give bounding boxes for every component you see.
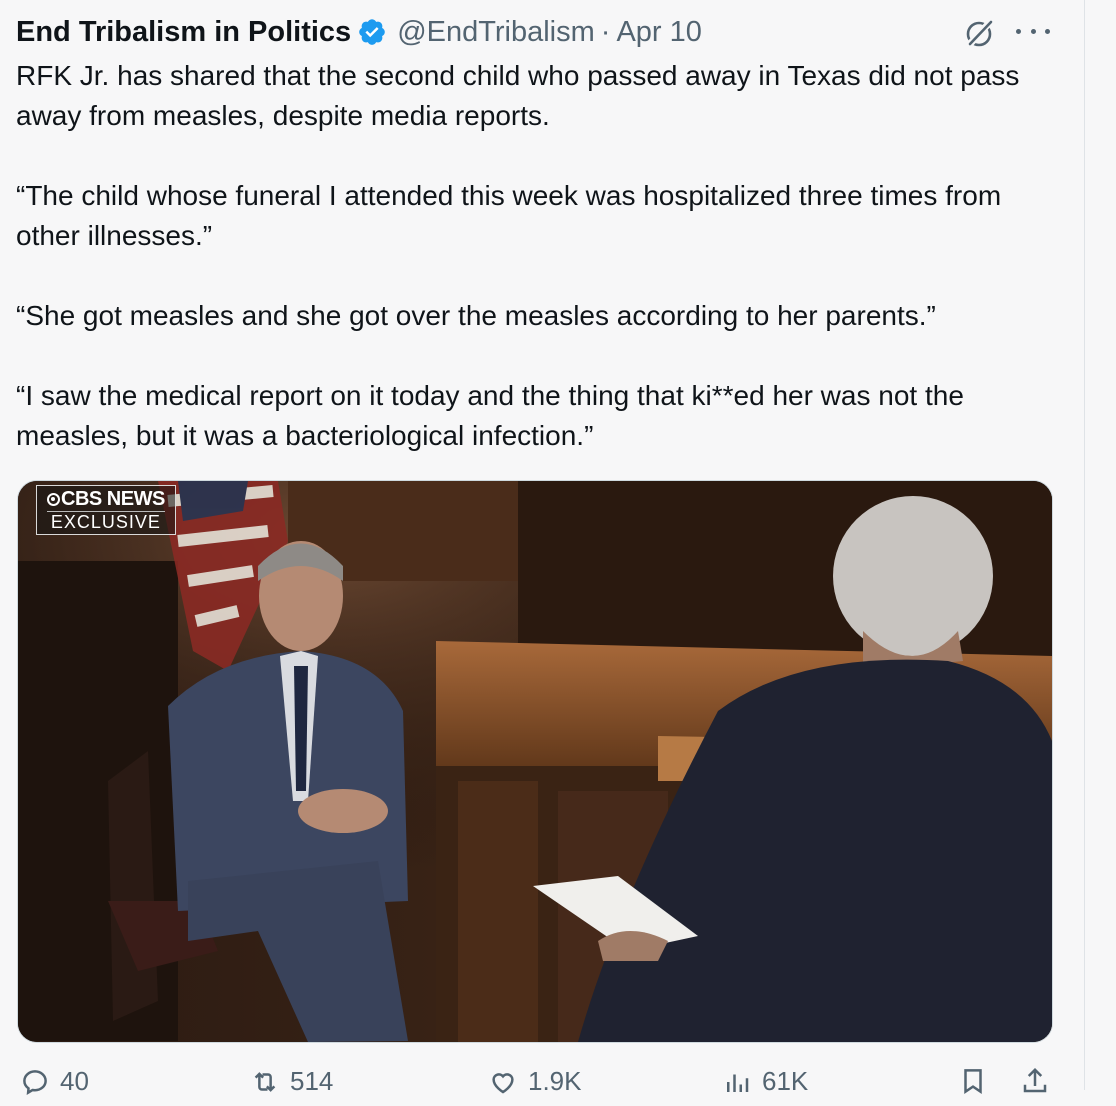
tweet-text: RFK Jr. has shared that the second child…: [16, 56, 1066, 456]
bookmark-icon: [964, 1069, 982, 1094]
badge-network-name: CBS NEWS: [61, 488, 165, 510]
views-count: 61K: [762, 1066, 809, 1096]
grok-icon[interactable]: [962, 16, 996, 50]
views-button[interactable]: 61K: [722, 1066, 808, 1097]
tweet-paragraph-4: “I saw the medical report on it today an…: [16, 380, 964, 451]
author-name[interactable]: End Tribalism in Politics: [16, 16, 351, 49]
repost-count: 514: [290, 1066, 334, 1096]
tweet-date[interactable]: Apr 10: [616, 16, 701, 49]
tweet[interactable]: End Tribalism in Politics @EndTribalism …: [0, 0, 1084, 1096]
tweet-paragraph-1: RFK Jr. has shared that the second child…: [16, 60, 1020, 131]
reply-count: 40: [60, 1066, 89, 1096]
cbs-eye-icon: [47, 492, 60, 506]
reply-button[interactable]: 40: [20, 1066, 89, 1097]
verified-badge-icon: [357, 17, 387, 47]
tweet-actions: 40 514 1.9K 61K: [0, 1066, 1084, 1106]
like-button[interactable]: 1.9K: [488, 1066, 582, 1097]
badge-exclusive-label: EXCLUSIVE: [47, 511, 165, 532]
header-separator: ·: [600, 15, 611, 48]
tweet-header: End Tribalism in Politics @EndTribalism …: [16, 12, 702, 52]
cbs-news-badge: CBS NEWS EXCLUSIVE: [36, 485, 176, 535]
repost-icon: [254, 1071, 276, 1092]
bookmark-button[interactable]: [958, 1066, 988, 1096]
share-button[interactable]: [1020, 1066, 1050, 1096]
tweet-paragraph-2: “The child whose funeral I attended this…: [16, 180, 1002, 251]
like-icon: [492, 1072, 514, 1093]
video-frame: [18, 481, 1052, 1042]
tweet-paragraph-3: “She got measles and she got over the me…: [16, 300, 936, 331]
tweet-video[interactable]: CBS NEWS EXCLUSIVE: [17, 480, 1053, 1043]
like-count: 1.9K: [528, 1066, 582, 1096]
repost-button[interactable]: 514: [250, 1066, 333, 1097]
reply-icon: [23, 1069, 47, 1095]
share-icon: [1023, 1067, 1047, 1093]
more-icon[interactable]: [1016, 14, 1050, 48]
author-handle[interactable]: @EndTribalism: [397, 16, 595, 49]
column-divider: [1084, 0, 1085, 1090]
views-icon: [727, 1074, 749, 1092]
